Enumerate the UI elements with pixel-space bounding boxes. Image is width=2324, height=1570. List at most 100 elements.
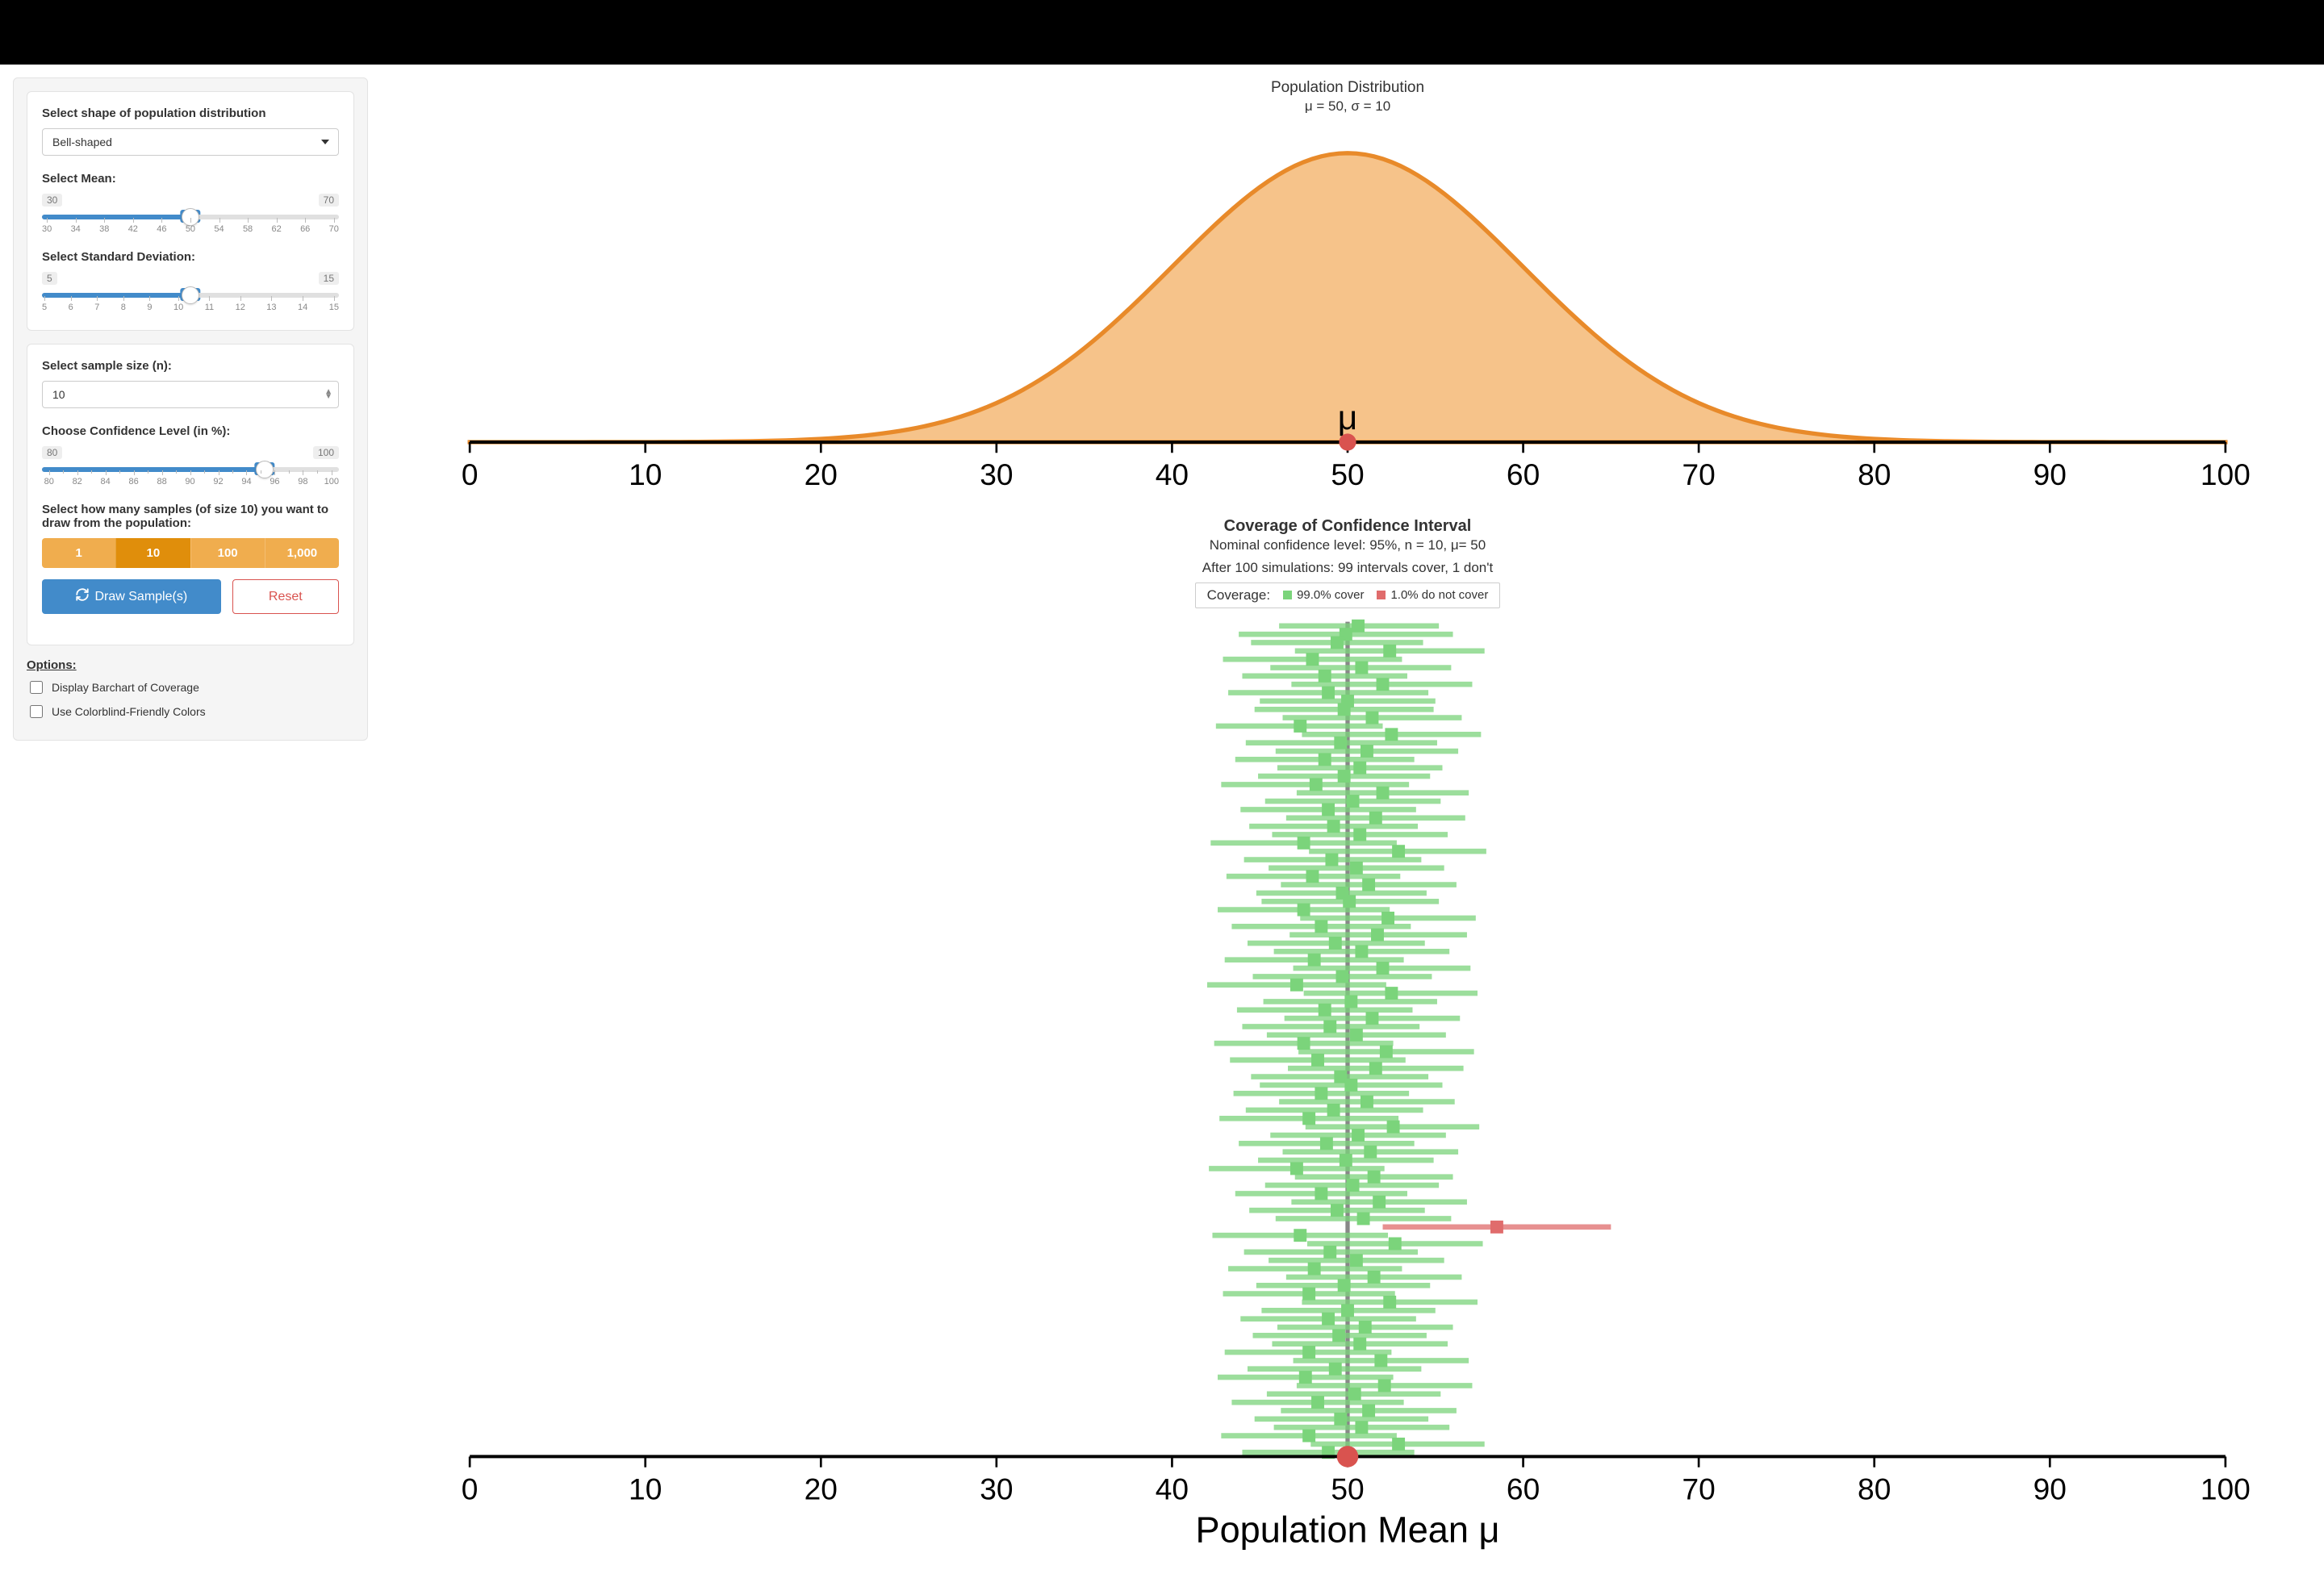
coverage-legend: Coverage: 99.0% cover 1.0% do not cover	[1195, 582, 1501, 608]
svg-text:10: 10	[629, 1472, 662, 1505]
conf-slider[interactable]: 95 80828486889092949698100	[42, 464, 339, 486]
svg-text:0: 0	[462, 457, 479, 491]
svg-text:40: 40	[1156, 1472, 1189, 1505]
slider-tick: 66	[300, 224, 310, 234]
pop-chart-title: Population Distribution	[384, 79, 2311, 97]
slider-tick	[169, 477, 182, 486]
content: Population Distribution μ = 50, σ = 10 0…	[384, 77, 2311, 1557]
sd-max: 15	[319, 272, 339, 285]
slider-tick: 42	[128, 224, 138, 234]
cov-chart-sub2: After 100 simulations: 99 intervals cove…	[384, 560, 2311, 576]
slider-tick: 58	[243, 224, 253, 234]
slider-tick: 96	[268, 477, 282, 486]
slider-tick: 13	[266, 303, 276, 312]
option-colorblind-label: Use Colorblind-Friendly Colors	[52, 705, 206, 718]
slider-tick	[310, 477, 324, 486]
legend-swatch-cover	[1283, 591, 1292, 599]
shape-select-value: Bell-shaped	[42, 128, 339, 156]
slider-tick: 34	[71, 224, 81, 234]
slider-tick	[84, 477, 98, 486]
shape-select[interactable]: Bell-shaped	[42, 128, 339, 156]
pop-chart-subtitle: μ = 50, σ = 10	[384, 98, 2311, 115]
svg-text:90: 90	[2034, 1472, 2067, 1505]
slider-tick: 54	[214, 224, 224, 234]
slider-tick: 5	[42, 303, 47, 312]
mean-slider[interactable]: 50 3034384246505458626670	[42, 211, 339, 234]
slider-tick: 6	[69, 303, 73, 312]
svg-text:100: 100	[2201, 457, 2251, 491]
slider-tick	[112, 477, 126, 486]
svg-text:Population Mean μ: Population Mean μ	[1196, 1509, 1500, 1550]
slider-tick: 88	[155, 477, 169, 486]
slider-tick: 100	[324, 477, 339, 486]
slider-tick: 9	[147, 303, 152, 312]
svg-text:20: 20	[805, 457, 838, 491]
svg-text:70: 70	[1682, 457, 1715, 491]
shape-label: Select shape of population distribution	[42, 106, 339, 120]
pop-chart-svg: 0102030405060708090100μ	[384, 121, 2311, 507]
options-heading: Options:	[27, 658, 354, 672]
mean-min: 30	[42, 194, 62, 207]
cov-chart-title: Coverage of Confidence Interval	[384, 517, 2311, 536]
option-barchart-label: Display Barchart of Coverage	[52, 681, 199, 694]
option-barchart-checkbox[interactable]	[30, 681, 43, 694]
svg-text:70: 70	[1682, 1472, 1715, 1505]
refresh-icon	[75, 587, 90, 606]
reset-button[interactable]: Reset	[232, 579, 339, 614]
n-label: Select sample size (n):	[42, 359, 339, 373]
samples-option-1000[interactable]: 1,000	[265, 538, 339, 568]
option-barchart[interactable]: Display Barchart of Coverage	[27, 679, 354, 696]
svg-text:20: 20	[805, 1472, 838, 1505]
svg-text:60: 60	[1507, 1472, 1540, 1505]
svg-text:50: 50	[1331, 1472, 1364, 1505]
svg-text:0: 0	[462, 1472, 479, 1505]
slider-tick: 98	[296, 477, 310, 486]
slider-tick: 11	[205, 303, 214, 312]
sd-slider[interactable]: 10 56789101112131415	[42, 290, 339, 312]
slider-tick: 14	[298, 303, 307, 312]
slider-tick: 92	[211, 477, 225, 486]
mean-slider-handle[interactable]	[182, 208, 199, 226]
slider-tick	[253, 477, 267, 486]
sd-label: Select Standard Deviation:	[42, 250, 339, 264]
option-colorblind-checkbox[interactable]	[30, 705, 43, 718]
svg-text:μ: μ	[1338, 399, 1357, 436]
slider-tick: 82	[70, 477, 84, 486]
slider-tick: 70	[329, 224, 339, 234]
samples-option-100[interactable]: 100	[190, 538, 265, 568]
slider-tick	[282, 477, 295, 486]
mean-max: 70	[319, 194, 339, 207]
svg-text:10: 10	[629, 457, 662, 491]
slider-tick: 80	[42, 477, 56, 486]
svg-text:60: 60	[1507, 457, 1540, 491]
conf-max: 100	[313, 446, 339, 459]
svg-text:100: 100	[2201, 1472, 2251, 1505]
draw-button[interactable]: Draw Sample(s)	[42, 579, 221, 614]
slider-tick: 62	[272, 224, 282, 234]
slider-tick: 50	[186, 224, 195, 234]
slider-tick: 7	[94, 303, 99, 312]
legend-cover-text: 99.0% cover	[1297, 588, 1364, 602]
slider-tick: 90	[183, 477, 197, 486]
conf-slider-handle[interactable]	[256, 461, 274, 478]
slider-tick	[140, 477, 154, 486]
slider-tick: 86	[127, 477, 140, 486]
slider-tick: 94	[240, 477, 253, 486]
sd-slider-handle[interactable]	[182, 286, 199, 304]
top-bar	[0, 0, 2324, 65]
svg-text:80: 80	[1858, 457, 1891, 491]
svg-text:90: 90	[2034, 457, 2067, 491]
svg-text:30: 30	[980, 457, 1013, 491]
population-chart: Population Distribution μ = 50, σ = 10 0…	[384, 79, 2311, 509]
legend-label: Coverage:	[1207, 587, 1270, 603]
conf-label: Choose Confidence Level (in %):	[42, 424, 339, 438]
n-select[interactable]: 10 ▲▼	[42, 381, 339, 408]
legend-nocover-text: 1.0% do not cover	[1390, 588, 1488, 602]
samples-option-10[interactable]: 10	[115, 538, 190, 568]
samples-option-1[interactable]: 1	[42, 538, 115, 568]
svg-text:40: 40	[1156, 457, 1189, 491]
option-colorblind[interactable]: Use Colorblind-Friendly Colors	[27, 703, 354, 720]
slider-tick: 15	[329, 303, 339, 312]
draw-button-label: Draw Sample(s)	[94, 590, 187, 604]
slider-tick	[225, 477, 239, 486]
